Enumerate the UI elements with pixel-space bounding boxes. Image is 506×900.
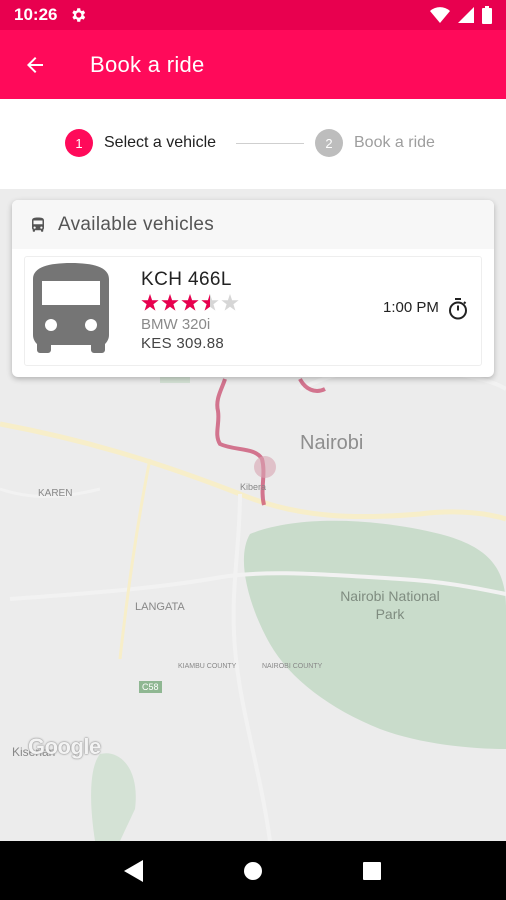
- map-label-county-b: NAIROBI COUNTY: [262, 663, 323, 670]
- map-label-nairobi: Nairobi: [300, 432, 364, 454]
- nav-recents-icon: [362, 861, 381, 880]
- vehicle-plate: KCH 466L: [141, 269, 232, 290]
- map-label-national-park: Nairobi National Park: [340, 588, 440, 622]
- bus-icon: [32, 217, 44, 232]
- nav-home-icon: [243, 861, 262, 880]
- vehicle-price: KES 309.88: [141, 335, 225, 352]
- rating-star: [141, 294, 159, 311]
- rating-stars: [141, 294, 239, 311]
- park-area: [243, 520, 506, 749]
- settings-gear-icon: [72, 8, 86, 22]
- vehicle-bus-icon: [33, 263, 109, 353]
- map-label-county-a: KIAMBU COUNTY: [178, 663, 237, 670]
- nav-back-button[interactable]: [114, 851, 154, 891]
- card-header: Available vehicles: [12, 200, 494, 249]
- step-connector: [236, 143, 304, 144]
- rating-star: [181, 294, 199, 311]
- app-bar: Book a ride: [0, 30, 506, 99]
- step-number-badge: 2: [315, 129, 343, 157]
- status-icons: [430, 6, 492, 24]
- page-title: Book a ride: [90, 51, 205, 77]
- rating-star: [221, 294, 239, 311]
- step-number-badge: 1: [65, 129, 93, 157]
- step-book-ride[interactable]: 2 Book a ride: [315, 128, 435, 158]
- rating-star: [161, 294, 179, 311]
- map-label-kibera: Kibera: [240, 482, 267, 492]
- wifi-icon: [430, 7, 450, 23]
- map-road-shield: C58: [139, 681, 162, 693]
- vehicle-time: 1:00 PM: [383, 299, 439, 316]
- arrow-back-icon: [27, 56, 43, 73]
- rating-star: [201, 294, 219, 311]
- nav-home-button[interactable]: [233, 851, 273, 891]
- map-label-karen: KAREN: [38, 488, 73, 499]
- available-vehicles-card: Available vehicles KCH 466L BMW 320i KES…: [12, 200, 494, 377]
- stepper: 1 Select a vehicle 2 Book a ride: [0, 99, 506, 189]
- step-label: Select a vehicle: [104, 134, 217, 151]
- google-logo: Google: [28, 734, 101, 759]
- step-select-vehicle[interactable]: 1 Select a vehicle: [65, 128, 216, 158]
- signal-icon: [458, 7, 474, 23]
- step-label: Book a ride: [354, 134, 435, 151]
- timer-icon: [449, 298, 467, 320]
- map-label-langata: LANGATA: [135, 601, 185, 613]
- status-time: 10:26: [14, 5, 58, 24]
- nav-recents-button[interactable]: [352, 851, 392, 891]
- system-nav-bar: [0, 841, 506, 900]
- card-header-title: Available vehicles: [58, 213, 215, 235]
- back-button[interactable]: [0, 30, 70, 99]
- vehicle-model: BMW 320i: [141, 316, 211, 333]
- vehicle-list-item[interactable]: KCH 466L BMW 320i KES 309.88 1:00 PM: [24, 256, 482, 366]
- nav-back-icon: [124, 859, 144, 882]
- battery-icon: [482, 6, 492, 24]
- status-bar: 10:26: [0, 0, 506, 30]
